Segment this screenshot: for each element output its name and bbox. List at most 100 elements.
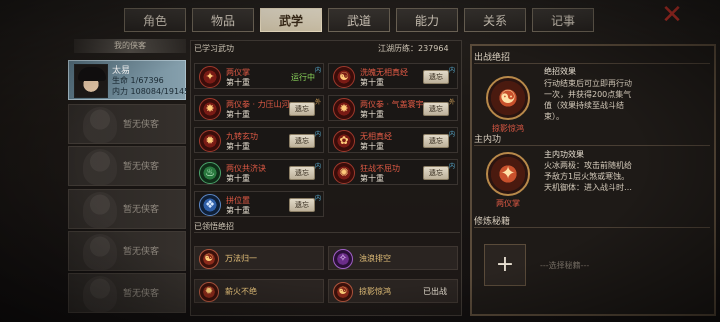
cultivate-manual-title: 修炼秘籍 <box>474 217 511 227</box>
skill-icon: ✿ <box>333 130 355 152</box>
divider <box>474 63 710 64</box>
close-icon[interactable]: ✕ <box>660 2 684 28</box>
skill-card[interactable]: ✦ 两仪掌 第十重 运行中内 <box>194 63 324 89</box>
my-heroes-header: 我的侠客 <box>74 39 186 53</box>
inner-skill-icon[interactable]: ✦ <box>486 152 530 196</box>
learned-skills-title: 已学习武功 <box>194 44 234 53</box>
ultimate-name: 掠影惊鸿 <box>359 287 391 296</box>
forget-button[interactable]: 遗忘 <box>423 70 449 84</box>
ultimates-title: 已领悟绝招 <box>194 222 234 231</box>
empty-slot-label: 暂无侠客 <box>123 289 160 299</box>
hero-slot-empty[interactable]: 暂无侠客 <box>68 231 186 271</box>
skill-level: 第十重 <box>360 110 384 119</box>
skill-icon: ✺ <box>333 162 355 184</box>
inner-effect-title: 主内功效果 <box>544 150 584 159</box>
battle-ultimate-title: 出战绝招 <box>474 53 511 63</box>
tab-items[interactable]: 物品 <box>192 8 254 32</box>
jianghu-experience: 江湖历练：237964 <box>378 44 449 53</box>
hero-slot-empty[interactable]: 暂无侠客 <box>68 104 186 144</box>
hero-hp: 生命 1/67396 <box>112 76 164 85</box>
inner-effect-text: 火冰两极：攻击前随机给予敌方1层火煞或寒蚀。天机御体：进入战斗时… <box>544 161 632 192</box>
skill-type-tag: 内 <box>448 163 455 170</box>
ultimate-icon: ☯ <box>333 282 353 302</box>
skill-icon: ❖ <box>199 194 221 216</box>
skill-icon: ♨ <box>199 162 221 184</box>
skill-level: 第十重 <box>226 110 250 119</box>
battle-ultimate-icon[interactable]: ☯ <box>486 76 530 120</box>
hero-slot-empty[interactable]: 暂无侠客 <box>68 146 186 186</box>
forget-button[interactable]: 遗忘 <box>289 198 315 212</box>
skill-card[interactable]: ✸ 两仪拳 · 气盖寰宇 第十重 遗忘外 <box>328 95 458 121</box>
skill-icon: ✸ <box>333 98 355 120</box>
tab-martial-way[interactable]: 武道 <box>328 8 390 32</box>
skill-card[interactable]: ✿ 无相真经 第十重 遗忘内 <box>328 127 458 153</box>
skill-level: 第十重 <box>226 78 250 87</box>
skill-type-tag: 内 <box>314 163 321 170</box>
hero-slot-empty[interactable]: 暂无侠客 <box>68 273 186 313</box>
tab-martial-arts[interactable]: 武学 <box>260 8 322 32</box>
empty-slot-label: 暂无侠客 <box>123 205 160 215</box>
skill-icon: ✸ <box>199 98 221 120</box>
skill-level: 第十重 <box>226 142 250 151</box>
forget-button[interactable]: 遗忘 <box>423 134 449 148</box>
forget-button[interactable]: 遗忘 <box>423 166 449 180</box>
hero-slot-empty[interactable]: 暂无侠客 <box>68 189 186 229</box>
hero-slot-active[interactable]: 太易 生命 1/67396 内力 108084/191456 <box>68 60 187 100</box>
hero-mp: 内力 108084/191456 <box>112 87 187 96</box>
add-manual-button[interactable]: + <box>484 244 526 286</box>
skill-level: 第十重 <box>360 142 384 151</box>
ghost-silhouette-icon <box>83 276 117 312</box>
skill-type-tag: 内 <box>314 131 321 138</box>
divider <box>474 227 710 228</box>
main-tabs: 角色 物品 武学 武道 能力 关系 记事 <box>124 8 594 32</box>
forget-button[interactable]: 遗忘 <box>289 166 315 180</box>
empty-slot-label: 暂无侠客 <box>123 162 160 172</box>
skill-type-tag: 内 <box>314 195 321 202</box>
tab-relations[interactable]: 关系 <box>464 8 526 32</box>
ghost-silhouette-icon <box>83 107 117 143</box>
forget-button[interactable]: 遗忘 <box>289 102 315 116</box>
running-status: 运行中 <box>291 73 315 82</box>
forget-button[interactable]: 遗忘 <box>289 134 315 148</box>
ghost-silhouette-icon <box>83 234 117 270</box>
ultimate-card[interactable]: ✹ 薪火不绝 <box>194 279 324 303</box>
skill-icon: ☯ <box>333 66 355 88</box>
ultimate-icon: ✧ <box>333 249 353 269</box>
skill-card[interactable]: ✸ 两仪拳 · 力压山河 第十重 遗忘外 <box>194 95 324 121</box>
skill-level: 第十重 <box>360 174 384 183</box>
ghost-silhouette-icon <box>83 149 117 185</box>
inner-skill-name: 两仪掌 <box>496 199 520 208</box>
tab-abilities[interactable]: 能力 <box>396 8 458 32</box>
divider <box>474 145 710 146</box>
main-inner-skill-title: 主内功 <box>474 135 502 145</box>
divider <box>194 232 460 233</box>
select-manual-hint: ---选择秘籍--- <box>540 261 590 270</box>
empty-slot-label: 暂无侠客 <box>123 120 160 130</box>
skill-card[interactable]: ❖ 拼位置 第十重 遗忘内 <box>194 191 324 217</box>
skill-type-tag: 外 <box>314 99 321 106</box>
tab-character[interactable]: 角色 <box>124 8 186 32</box>
ultimate-effect-title: 绝招效果 <box>544 67 576 76</box>
tab-journal[interactable]: 记事 <box>532 8 594 32</box>
skill-icon: ✹ <box>199 130 221 152</box>
ultimate-icon: ☯ <box>199 249 219 269</box>
skill-type-tag: 外 <box>448 99 455 106</box>
ultimate-card[interactable]: ☯ 万法归一 <box>194 246 324 270</box>
skill-card[interactable]: ♨ 两仪共济诀 第十重 遗忘内 <box>194 159 324 185</box>
ultimate-card[interactable]: ☯ 掠影惊鸿 已出战 <box>328 279 458 303</box>
empty-slot-label: 暂无侠客 <box>123 247 160 257</box>
ultimate-icon: ✹ <box>199 282 219 302</box>
skill-type-tag: 内 <box>448 67 455 74</box>
ultimate-name: 薪火不绝 <box>225 287 257 296</box>
skill-card[interactable]: ✺ 狂战不屈功 第十重 遗忘内 <box>328 159 458 185</box>
avatar <box>74 64 108 98</box>
skill-icon: ✦ <box>199 66 221 88</box>
ultimate-card[interactable]: ✧ 浊浪排空 <box>328 246 458 270</box>
ghost-silhouette-icon <box>83 192 117 228</box>
ultimate-effect-text: 行动结束后可立即再行动一次，并获得200点集气值（效果持续至战斗结束）。 <box>544 79 632 121</box>
skill-card[interactable]: ✹ 九转玄功 第十重 遗忘内 <box>194 127 324 153</box>
skill-level: 第十重 <box>226 206 250 215</box>
skill-type-tag: 内 <box>314 67 321 74</box>
forget-button[interactable]: 遗忘 <box>423 102 449 116</box>
skill-card[interactable]: ☯ 洗魄无相真经 第十重 遗忘内 <box>328 63 458 89</box>
